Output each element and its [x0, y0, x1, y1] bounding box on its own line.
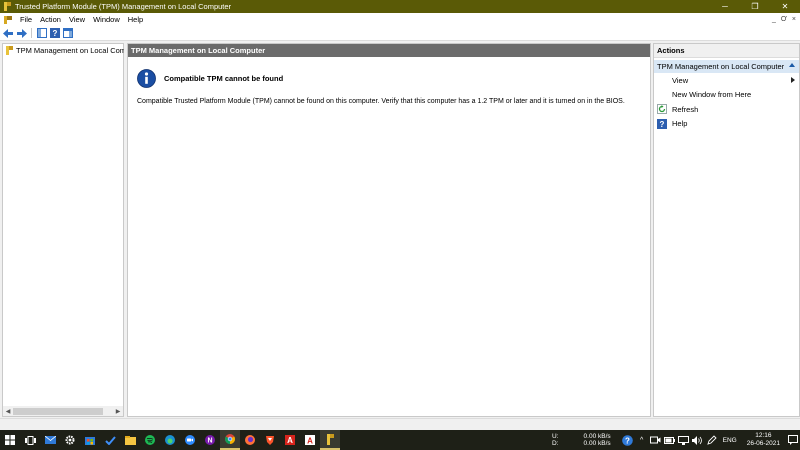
system-tray: U: 0.00 kB/s D: 0.00 kB/s ? ^ ENG 12:16 26… [552, 430, 800, 450]
file-explorer-icon[interactable] [120, 430, 140, 450]
svg-text:A: A [307, 437, 313, 446]
store-icon[interactable] [80, 430, 100, 450]
status-bar [0, 418, 800, 430]
zoom-icon[interactable] [180, 430, 200, 450]
tree-item-label: TPM Management on Local Comp [16, 46, 124, 55]
console-tree: TPM Management on Local Comp ◀ ▶ [2, 43, 124, 417]
scroll-right-icon[interactable]: ▶ [113, 406, 123, 416]
info-icon [137, 69, 156, 88]
download-label: D: [552, 440, 559, 447]
battery-icon[interactable] [664, 434, 676, 446]
spotify-icon[interactable] [140, 430, 160, 450]
onenote-icon[interactable]: N [200, 430, 220, 450]
window-controls: ─ ❐ ✕ [710, 0, 800, 13]
help-icon[interactable]: ? [49, 28, 60, 39]
scroll-thumb[interactable] [13, 407, 103, 415]
actions-section-label: TPM Management on Local Computer [657, 62, 785, 71]
svg-text:N: N [207, 438, 212, 445]
result-pane: TPM Management on Local Computer Compati… [127, 43, 651, 417]
help-tray-icon[interactable]: ? [622, 434, 633, 446]
volume-icon[interactable] [692, 434, 703, 446]
mdi-close-button[interactable]: × [792, 16, 796, 23]
edge-icon[interactable] [160, 430, 180, 450]
collapse-icon[interactable] [789, 63, 795, 67]
notification-icon[interactable] [788, 434, 799, 446]
menu-bar: File Action View Window Help _ Ơ × [0, 13, 800, 26]
actions-header: Actions [654, 44, 799, 58]
back-icon[interactable] [3, 28, 14, 39]
mdi-restore-button[interactable]: Ơ [781, 16, 787, 23]
taskbar: N A A U: 0.00 kB/s D: 0.00 kB/s ? ^ ENG … [0, 430, 800, 450]
menu-file[interactable]: File [16, 15, 36, 24]
mmc-icon[interactable] [3, 15, 13, 25]
refresh-icon [657, 104, 667, 114]
mdi-minimize-button[interactable]: _ [772, 16, 776, 23]
task-view-icon[interactable] [20, 430, 40, 450]
acrobat-reader-icon[interactable]: A [300, 430, 320, 450]
action-help[interactable]: ? Help [654, 117, 799, 132]
restore-button[interactable]: ❐ [740, 0, 770, 13]
message-body: Compatible Trusted Platform Module (TPM)… [137, 98, 625, 105]
upload-label: U: [552, 433, 559, 440]
actions-pane: Actions TPM Management on Local Computer… [653, 43, 800, 417]
settings-icon[interactable] [60, 430, 80, 450]
svg-text:?: ? [625, 436, 630, 445]
brave-icon[interactable] [260, 430, 280, 450]
close-button[interactable]: ✕ [770, 0, 800, 13]
download-speed: 0.00 kB/s [583, 440, 611, 447]
firefox-icon[interactable] [240, 430, 260, 450]
message-title: Compatible TPM cannot be found [164, 74, 284, 83]
action-refresh[interactable]: Refresh [654, 102, 799, 117]
mail-icon[interactable] [40, 430, 60, 450]
status-message: Compatible TPM cannot be found [137, 69, 283, 88]
actions-section-tpm[interactable]: TPM Management on Local Computer [654, 60, 799, 73]
language-indicator[interactable]: ENG [723, 437, 737, 444]
action-new-window[interactable]: New Window from Here [654, 88, 799, 103]
show-hide-tree-icon[interactable] [36, 28, 47, 39]
network-speed-meter: U: 0.00 kB/s D: 0.00 kB/s [552, 433, 611, 447]
submenu-arrow-icon [791, 77, 795, 83]
tasks-icon[interactable] [100, 430, 120, 450]
network-icon[interactable] [678, 434, 690, 446]
menu-view[interactable]: View [65, 15, 89, 24]
acrobat-icon[interactable]: A [280, 430, 300, 450]
menu-help[interactable]: Help [124, 15, 147, 24]
toolbar: ? [0, 26, 800, 41]
camera-icon[interactable] [650, 434, 661, 446]
tpm-icon [5, 46, 14, 55]
tree-horizontal-scrollbar[interactable]: ◀ ▶ [3, 406, 123, 416]
clock-date: 26-06-2021 [746, 440, 780, 447]
toolbar-separator [31, 28, 32, 38]
upload-speed: 0.00 kB/s [583, 433, 611, 440]
minimize-button[interactable]: ─ [710, 0, 740, 13]
tpm-icon[interactable] [320, 430, 340, 450]
start-icon[interactable] [0, 430, 20, 450]
window-title: Trusted Platform Module (TPM) Management… [15, 2, 232, 11]
scroll-left-icon[interactable]: ◀ [3, 406, 13, 416]
clock-time: 12:16 [755, 432, 772, 439]
action-label: Refresh [672, 104, 699, 114]
clock[interactable]: 12:16 26-06-2021 [747, 432, 780, 448]
action-view[interactable]: View [654, 73, 799, 88]
tree-item-tpm-management[interactable]: TPM Management on Local Comp [5, 46, 124, 55]
svg-text:?: ? [52, 29, 57, 38]
tpm-app-icon [3, 2, 12, 11]
svg-text:?: ? [660, 120, 665, 129]
help-icon: ? [657, 118, 667, 129]
menu-action[interactable]: Action [36, 15, 65, 24]
menu-window[interactable]: Window [89, 15, 124, 24]
forward-icon[interactable] [16, 28, 27, 39]
action-label: New Window from Here [672, 90, 752, 100]
svg-text:A: A [287, 436, 293, 445]
result-pane-header: TPM Management on Local Computer [128, 44, 650, 57]
chrome-icon[interactable] [220, 430, 240, 450]
mdi-controls: _ Ơ × [772, 13, 796, 26]
action-label: View [672, 75, 689, 85]
action-label: Help [672, 119, 688, 129]
show-hide-action-pane-icon[interactable] [62, 28, 73, 39]
pen-icon[interactable] [706, 434, 717, 446]
title-bar: Trusted Platform Module (TPM) Management… [0, 0, 800, 13]
chevron-up-icon[interactable]: ^ [636, 434, 647, 446]
